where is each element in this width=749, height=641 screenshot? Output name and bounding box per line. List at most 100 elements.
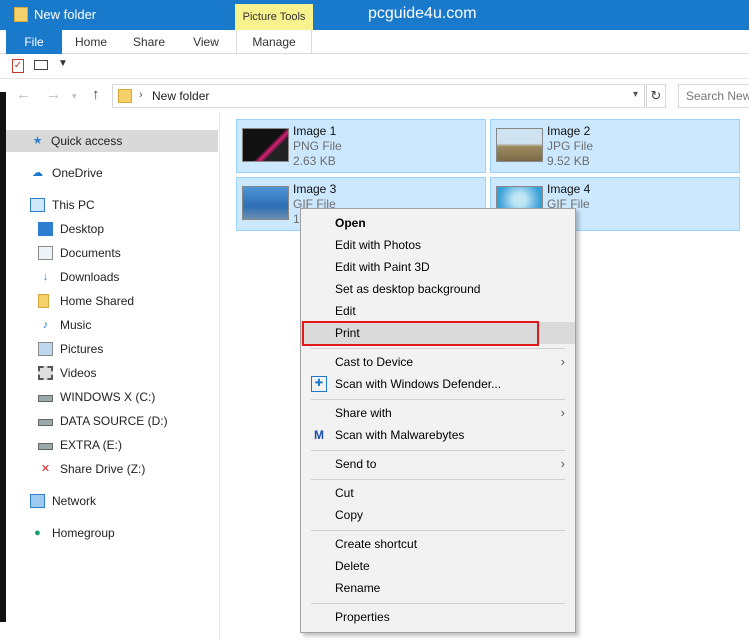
refresh-icon[interactable]: ↻ [646, 84, 666, 108]
ribbon-tabs: File Home Share View Manage [0, 30, 749, 54]
tab-manage[interactable]: Manage [236, 30, 312, 54]
chevron-right-icon[interactable]: › [139, 89, 143, 101]
address-path: New folder [152, 89, 210, 103]
menu-divider [311, 603, 565, 604]
nav-item-homegroup[interactable]: ● Homegroup [30, 522, 210, 544]
menu-item-send-to[interactable]: Send to › [301, 453, 575, 475]
thumbnail-image-1 [242, 128, 289, 162]
menu-divider [311, 530, 565, 531]
menu-divider [311, 348, 565, 349]
file-size: 2.63 KB [293, 154, 336, 168]
nav-item-drive-d[interactable]: DATA SOURCE (D:) [38, 410, 213, 432]
menu-item-windows-defender[interactable]: ✚ Scan with Windows Defender... [301, 373, 575, 395]
homegroup-icon: ● [34, 527, 41, 539]
tab-home[interactable]: Home [62, 30, 120, 54]
menu-item-malwarebytes[interactable]: M Scan with Malwarebytes [301, 424, 575, 446]
nav-item-quick-access[interactable]: ★ Quick access [6, 130, 218, 152]
rename-icon[interactable] [34, 60, 48, 70]
file-tile-image-1[interactable]: Image 1 PNG File 2.63 KB [236, 119, 486, 173]
drive-icon [38, 419, 53, 426]
menu-item-delete[interactable]: Delete [301, 555, 575, 577]
videos-icon [38, 366, 53, 380]
print-highlight-box [302, 321, 539, 346]
navigation-pane: ★ Quick access ☁ OneDrive This PC Deskto… [6, 112, 220, 641]
picture-tools-label: Picture Tools [235, 4, 313, 30]
file-name: Image 1 [293, 124, 337, 138]
file-tile-image-2[interactable]: Image 2 JPG File 9.52 KB [490, 119, 740, 173]
nav-item-onedrive[interactable]: ☁ OneDrive [30, 162, 210, 184]
menu-item-edit-with-paint-3d[interactable]: Edit with Paint 3D [301, 256, 575, 278]
network-drive-icon: ✕ [40, 463, 51, 475]
desktop-icon [38, 222, 53, 236]
menu-item-edit[interactable]: Edit [301, 300, 575, 322]
customize-toolbar-icon[interactable]: ▼ [58, 58, 68, 69]
chevron-right-icon: › [560, 354, 565, 369]
nav-item-drive-c[interactable]: WINDOWS X (C:) [38, 386, 213, 408]
nav-item-documents[interactable]: Documents [38, 242, 213, 264]
file-size: 9.52 KB [547, 154, 590, 168]
menu-item-properties[interactable]: Properties [301, 606, 575, 628]
chevron-right-icon: › [560, 405, 565, 420]
menu-item-share-with[interactable]: Share with › [301, 402, 575, 424]
file-type: PNG File [293, 139, 342, 153]
thumbnail-image-3 [242, 186, 289, 220]
folder-icon [38, 294, 49, 308]
star-icon: ★ [32, 135, 43, 147]
forward-arrow-icon[interactable]: → [46, 86, 61, 103]
quick-access-toolbar: ✓ ▼ [0, 55, 749, 79]
up-arrow-icon[interactable]: ↑ [92, 86, 100, 103]
tab-view[interactable]: View [178, 30, 234, 54]
menu-divider [311, 479, 565, 480]
address-bar[interactable]: › New folder ▾ [112, 84, 645, 108]
nav-item-downloads[interactable]: ↓ Downloads [38, 266, 213, 288]
context-menu: Open Edit with Photos Edit with Paint 3D… [300, 208, 576, 633]
nav-item-desktop[interactable]: Desktop [38, 218, 213, 240]
file-name: Image 2 [547, 124, 591, 138]
thumbnail-image-2 [496, 128, 543, 162]
search-input[interactable]: Search New folder [678, 84, 749, 108]
chevron-down-icon[interactable]: ▾ [633, 89, 638, 100]
menu-item-edit-with-photos[interactable]: Edit with Photos [301, 234, 575, 256]
title-bar: New folder Picture Tools pcguide4u.com [0, 0, 749, 30]
chevron-right-icon: › [560, 456, 565, 471]
drive-icon [38, 443, 53, 450]
malwarebytes-icon: M [314, 428, 324, 442]
nav-item-home-shared[interactable]: Home Shared [38, 290, 213, 312]
drive-icon [38, 395, 53, 402]
tab-share[interactable]: Share [120, 30, 178, 54]
nav-item-pictures[interactable]: Pictures [38, 338, 213, 360]
computer-icon [30, 198, 45, 212]
watermark: pcguide4u.com [368, 5, 477, 22]
folder-icon [118, 89, 132, 103]
nav-item-this-pc[interactable]: This PC [30, 194, 210, 216]
properties-check-icon[interactable]: ✓ [12, 59, 24, 73]
menu-item-rename[interactable]: Rename [301, 577, 575, 599]
file-type: JPG File [547, 139, 594, 153]
download-icon: ↓ [42, 271, 49, 283]
menu-item-cast-to-device[interactable]: Cast to Device › [301, 351, 575, 373]
defender-shield-icon: ✚ [311, 376, 327, 392]
nav-item-music[interactable]: ♪ Music [38, 314, 213, 336]
menu-item-open[interactable]: Open [301, 212, 575, 234]
menu-divider [311, 399, 565, 400]
recent-locations-icon[interactable]: ▾ [72, 91, 77, 102]
file-name: Image 4 [547, 182, 591, 196]
address-row: ← → ▾ ↑ › New folder ▾ ↻ Search New fold… [0, 82, 749, 110]
file-name: Image 3 [293, 182, 337, 196]
menu-item-set-desktop-background[interactable]: Set as desktop background [301, 278, 575, 300]
nav-item-drive-e[interactable]: EXTRA (E:) [38, 434, 213, 456]
cloud-icon: ☁ [32, 167, 43, 179]
nav-item-videos[interactable]: Videos [38, 362, 213, 384]
music-icon: ♪ [42, 319, 49, 331]
network-icon [30, 494, 45, 508]
menu-item-create-shortcut[interactable]: Create shortcut [301, 533, 575, 555]
menu-divider [311, 450, 565, 451]
pictures-icon [38, 342, 53, 356]
nav-item-drive-z[interactable]: ✕ Share Drive (Z:) [38, 458, 213, 480]
menu-item-copy[interactable]: Copy [301, 504, 575, 526]
menu-item-cut[interactable]: Cut [301, 482, 575, 504]
folder-icon [14, 7, 28, 22]
back-arrow-icon[interactable]: ← [16, 86, 31, 103]
nav-item-network[interactable]: Network [30, 490, 210, 512]
tab-file[interactable]: File [6, 30, 62, 54]
